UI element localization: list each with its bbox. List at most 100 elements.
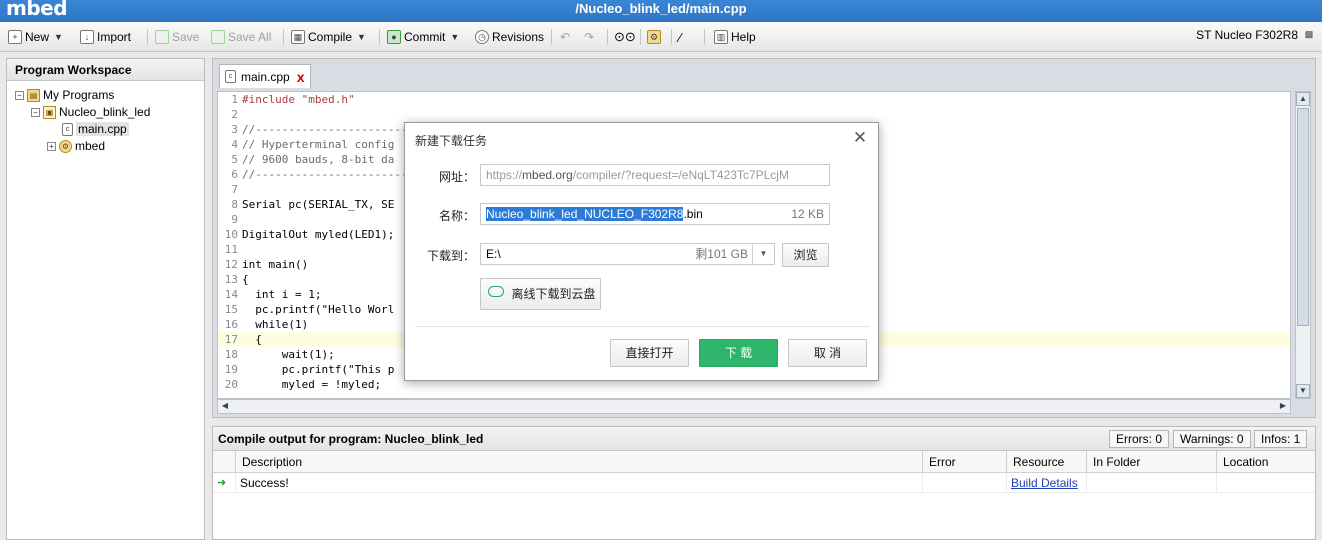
line-number: 4	[231, 138, 238, 151]
url-label: 网址：	[438, 170, 475, 184]
save-button[interactable]: Save	[155, 28, 199, 46]
dialog-divider	[415, 326, 870, 327]
code-line[interactable]: 1 #include "mbed.h"	[218, 92, 1290, 107]
tree-node-my-programs[interactable]: − ▤ My Programs	[15, 88, 114, 102]
vertical-scrollbar[interactable]: ▲ ▼	[1295, 91, 1311, 399]
column-in-folder[interactable]: In Folder	[1086, 451, 1216, 473]
compile-button[interactable]: ▦ Compile ▼	[291, 28, 366, 46]
chevron-down-icon: ▼	[357, 32, 366, 42]
save-all-button[interactable]: Save All	[211, 28, 271, 46]
code-line[interactable]: 2	[218, 107, 1290, 122]
close-icon[interactable]: ✕	[850, 128, 870, 148]
file-size: 12 KB	[791, 207, 824, 221]
code-text: Serial pc(SERIAL_TX, SE	[242, 198, 395, 211]
tree-node-main-cpp[interactable]: c main.cpp	[62, 122, 129, 136]
magic-wand-icon: ⁄	[679, 29, 682, 45]
line-number: 7	[231, 183, 238, 196]
scroll-down-icon[interactable]: ▼	[1296, 384, 1310, 398]
tree-node-mbed-library[interactable]: + ⚙ mbed	[47, 139, 105, 153]
column-resource[interactable]: Resource	[1006, 451, 1086, 473]
wand-button[interactable]: ⁄	[679, 28, 681, 46]
chevron-down-icon[interactable]: ▼	[752, 244, 774, 264]
book-icon: ▥	[714, 30, 728, 44]
dialog-title: 新建下载任务	[415, 134, 488, 148]
workspace-title: Program Workspace	[7, 59, 204, 81]
commit-button[interactable]: ● Commit ▼	[387, 28, 459, 46]
save-all-icon	[211, 30, 225, 44]
scroll-up-icon[interactable]: ▲	[1296, 92, 1310, 106]
title-bar: mbed /Nucleo_blink_led/main.cpp	[0, 0, 1322, 22]
scroll-right-icon[interactable]: ▶	[1276, 400, 1290, 414]
free-space: 剩101 GB	[695, 247, 748, 261]
table-row[interactable]: ➜ Success! Build Details	[213, 473, 1315, 493]
warnings-filter[interactable]: Warnings: 0	[1173, 430, 1251, 448]
code-text: int main()	[242, 258, 309, 271]
errors-filter[interactable]: Errors: 0	[1109, 430, 1170, 448]
compile-output-panel: Compile output for program: Nucleo_blink…	[212, 426, 1316, 540]
collapse-icon[interactable]: −	[15, 90, 24, 100]
import-icon: ↓	[80, 30, 94, 44]
row-resource: Build Details	[1006, 473, 1086, 493]
cloud-icon	[488, 286, 504, 297]
cpp-file-icon: c	[62, 122, 73, 136]
download-path-select[interactable]: E:\ 剩101 GB ▼	[480, 243, 775, 265]
programs-folder-icon: ▤	[27, 88, 40, 102]
new-button[interactable]: + New ▼	[8, 28, 63, 46]
line-number: 16	[224, 318, 238, 331]
redo-button[interactable]: ↷	[584, 28, 594, 46]
toolbar-divider	[379, 29, 380, 45]
code-text: int i = 1;	[242, 288, 322, 301]
toolbar: + New ▼ ↓ Import Save Save All ▦ Compile…	[0, 22, 1322, 52]
code-text: #include "mbed.h"	[242, 93, 355, 106]
chevron-down-icon: ▼	[450, 32, 460, 42]
line-number: 2	[231, 108, 238, 121]
path-label: 下载到：	[426, 249, 475, 263]
line-number: 19	[224, 363, 238, 376]
infos-filter[interactable]: Infos: 1	[1254, 430, 1308, 448]
format-button[interactable]: ⚙	[647, 28, 661, 46]
format-icon: ⚙	[647, 30, 661, 44]
document-path: /Nucleo_blink_led/main.cpp	[575, 1, 747, 16]
build-details-link[interactable]: Build Details	[1011, 476, 1078, 490]
scroll-thumb[interactable]	[1297, 108, 1309, 326]
line-number: 5	[231, 153, 238, 166]
line-number: 14	[224, 288, 238, 301]
chevron-down-icon: ▼	[54, 32, 63, 42]
revisions-button[interactable]: ◷ Revisions	[475, 28, 544, 46]
line-number: 8	[231, 198, 238, 211]
tab-main-cpp[interactable]: c main.cpp x	[219, 64, 311, 88]
horizontal-scrollbar[interactable]: ◀ ▶	[217, 399, 1291, 414]
line-number: 17	[224, 333, 238, 346]
toolbar-divider	[704, 29, 705, 45]
help-button[interactable]: ▥ Help	[714, 28, 756, 46]
import-button[interactable]: ↓ Import	[80, 28, 131, 46]
browse-button[interactable]: 浏览	[782, 243, 829, 267]
column-error[interactable]: Error	[922, 451, 1006, 473]
open-directly-button[interactable]: 直接打开	[610, 339, 689, 367]
column-location[interactable]: Location	[1216, 451, 1316, 473]
download-dialog: 新建下载任务 ✕ 网址： https://mbed.org/compiler/?…	[404, 122, 879, 381]
code-text: while(1)	[242, 318, 309, 331]
compile-output-header: Compile output for program: Nucleo_blink…	[213, 427, 1315, 451]
code-text: {	[242, 273, 249, 286]
url-field[interactable]: https://mbed.org/compiler/?request=/eNqL…	[480, 164, 830, 186]
column-description[interactable]: Description	[235, 451, 922, 473]
tree-node-program[interactable]: − ▣ Nucleo_blink_led	[31, 105, 150, 119]
collapse-icon[interactable]: −	[31, 107, 40, 117]
filename-field[interactable]: Nucleo_blink_led_NUCLEO_F302R8.bin 12 KB	[480, 203, 830, 225]
target-board-selector[interactable]: ST Nucleo F302R8 ▩	[1196, 28, 1316, 42]
undo-icon: ↶	[560, 30, 571, 44]
line-number: 1	[231, 93, 238, 106]
cloud-download-button[interactable]: 离线下载到云盘	[480, 278, 601, 310]
line-number: 3	[231, 123, 238, 136]
undo-button[interactable]: ↶	[560, 28, 570, 46]
compile-icon: ▦	[291, 30, 305, 44]
scroll-left-icon[interactable]: ◀	[218, 400, 232, 414]
board-icon: ▩	[1304, 29, 1314, 39]
binoculars-icon: ⊙⊙	[614, 29, 636, 44]
close-tab-icon[interactable]: x	[297, 69, 305, 85]
find-button[interactable]: ⊙⊙	[614, 28, 636, 46]
cancel-button[interactable]: 取 消	[788, 339, 867, 367]
expand-icon[interactable]: +	[47, 141, 56, 151]
download-button[interactable]: 下 载	[699, 339, 778, 367]
